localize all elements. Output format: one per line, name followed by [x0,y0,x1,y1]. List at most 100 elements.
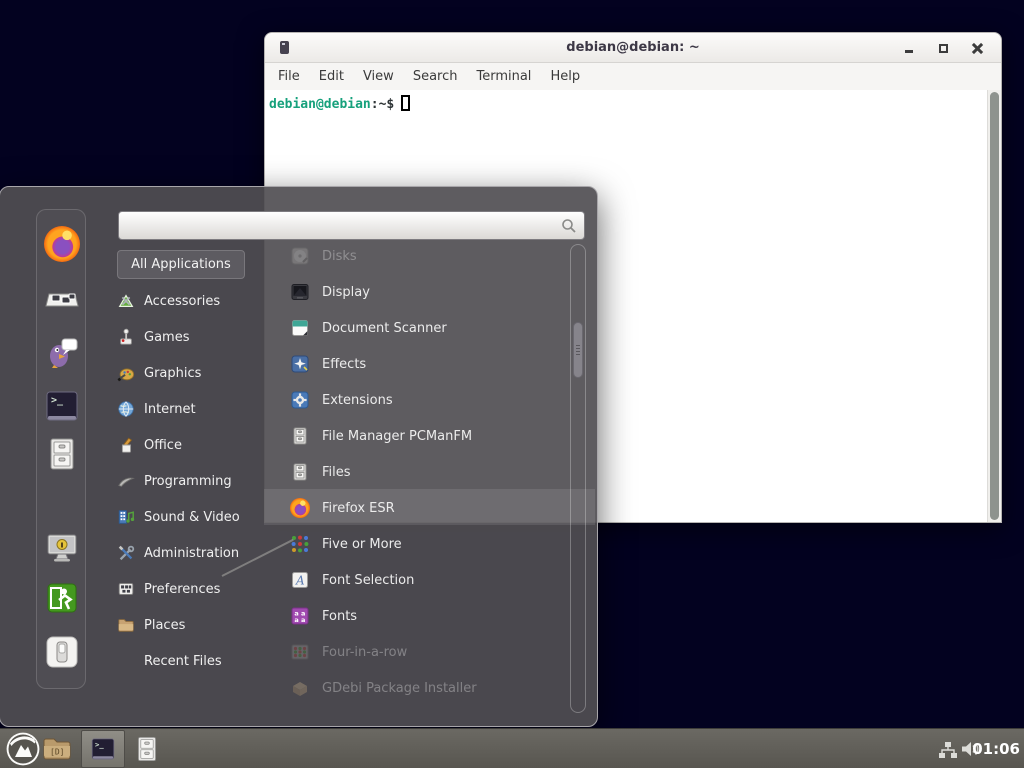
app-five-or-more[interactable]: Five or More [264,526,572,562]
category-label: Recent Files [144,654,222,669]
app-four-in-a-row[interactable]: Four-in-a-row [264,634,572,670]
network-tray-item[interactable] [938,741,958,759]
svg-text:A: A [295,574,305,588]
five-or-more-icon [290,534,310,554]
app-disks[interactable]: Disks [264,238,572,274]
quit-button[interactable] [44,634,80,670]
app-label: GDebi Package Installer [322,681,477,696]
menu-view[interactable]: View [363,69,394,84]
app-effects[interactable]: Effects [264,346,572,382]
terminal-scrollbar[interactable] [987,90,1001,522]
menu-file[interactable]: File [278,69,300,84]
taskbar: [D] >_ 01:06 [0,728,1024,768]
favorite-file-manager[interactable] [44,436,80,472]
favorite-terminal[interactable]: >_ [44,388,80,424]
category-sound-video[interactable]: Sound & Video [117,499,265,535]
app-firefox-esr[interactable]: Firefox ESR [264,490,572,526]
category-internet[interactable]: Internet [117,391,265,427]
search-input[interactable] [118,211,585,240]
internet-icon [117,400,135,418]
terminal-titlebar[interactable]: debian@debian: ~ [265,33,1001,63]
favorite-keyboard[interactable] [44,282,80,318]
taskbar-terminal-button-active[interactable]: >_ [81,730,125,768]
games-icon [117,328,135,346]
app-gdebi-package-installer[interactable]: GDebi Package Installer [264,670,572,706]
app-extensions[interactable]: Extensions [264,382,572,418]
keyboard-icon [44,282,80,318]
taskbar-file-manager-launcher[interactable]: [D] [42,735,72,763]
favorite-pidgin[interactable] [44,334,80,370]
app-file-manager-pcmanfm[interactable]: File Manager PCManFM [264,418,572,454]
terminal-scrollbar-thumb[interactable] [990,92,999,520]
close-button[interactable] [963,33,991,63]
app-label: Four-in-a-row [322,645,407,660]
category-places[interactable]: Places [117,607,265,643]
applications-scrollbar-thumb[interactable] [573,322,583,378]
distro-menu-icon [6,732,40,766]
terminal-menubar: File Edit View Search Terminal Help [265,63,1001,90]
app-files[interactable]: Files [264,454,572,490]
category-office[interactable]: Office [117,427,265,463]
menu-terminal[interactable]: Terminal [476,69,531,84]
taskbar-clock[interactable]: 01:06 [972,740,1020,758]
maximize-icon [939,44,948,53]
svg-text:>_: >_ [95,740,104,749]
close-icon [972,43,983,54]
category-label: Graphics [144,366,201,381]
app-display[interactable]: Display [264,274,572,310]
folder-icon: [D] [42,735,72,763]
app-document-scanner[interactable]: Document Scanner [264,310,572,346]
lock-screen-icon [44,530,80,566]
taskbar-file-cabinet-launcher[interactable] [133,734,161,764]
firefox-icon [44,226,80,262]
category-label: Programming [144,474,232,489]
sound-video-icon [117,508,135,526]
log-out-icon [44,580,80,616]
applications-scrollbar[interactable] [570,244,586,713]
prompt-path: :~$ [371,97,394,112]
file-cabinet-icon [44,436,80,472]
app-label: File Manager PCManFM [322,429,472,444]
category-preferences[interactable]: Preferences [117,571,265,607]
menu-edit[interactable]: Edit [319,69,344,84]
app-fonts[interactable]: a aa a Fonts [264,598,572,634]
file-cabinet-icon [290,462,310,482]
log-out-button[interactable] [44,580,80,616]
category-label: Preferences [144,582,220,597]
category-recent-files[interactable]: Recent Files [117,643,265,679]
programming-icon [117,472,135,490]
recent-files-spacer [117,652,135,670]
category-programming[interactable]: Programming [117,463,265,499]
gdebi-icon [290,678,310,698]
app-label: Document Scanner [322,321,447,336]
minimize-icon [905,50,913,53]
category-label: Sound & Video [144,510,240,525]
menu-help[interactable]: Help [550,69,580,84]
menu-search[interactable]: Search [413,69,458,84]
category-label: Office [144,438,182,453]
app-label: Fonts [322,609,357,624]
terminal-cursor [401,95,410,111]
lock-screen-button[interactable] [44,530,80,566]
favorites-panel: >_ [36,209,86,689]
office-icon [117,436,135,454]
application-menu: >_ All Applications Accessories [0,186,598,727]
category-accessories[interactable]: Accessories [117,283,265,319]
document-scanner-icon [290,318,310,338]
firefox-icon [290,498,310,518]
graphics-icon [117,364,135,382]
accessories-icon [117,292,135,310]
app-font-selection[interactable]: A Font Selection [264,562,572,598]
app-label: Firefox ESR [322,501,395,516]
app-label: Font Selection [322,573,414,588]
taskbar-menu-button[interactable] [6,732,40,766]
app-label: Display [322,285,370,300]
minimize-button[interactable] [895,33,923,63]
administration-icon [117,544,135,562]
maximize-button[interactable] [929,33,957,63]
category-graphics[interactable]: Graphics [117,355,265,391]
favorite-firefox[interactable] [44,226,80,262]
network-icon [938,741,958,759]
category-games[interactable]: Games [117,319,265,355]
all-applications-button[interactable]: All Applications [117,250,245,279]
